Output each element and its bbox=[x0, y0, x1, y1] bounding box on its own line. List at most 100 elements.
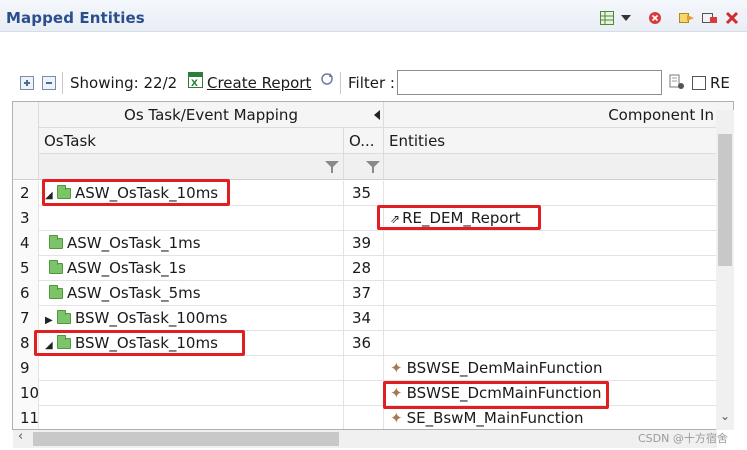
refresh-icon[interactable] bbox=[320, 72, 334, 90]
column-group-os-task-event[interactable]: Os Task/Event Mapping bbox=[39, 102, 384, 128]
table-row[interactable]: 10 ✦ BSWSE_DcmMainFunction bbox=[13, 381, 717, 406]
o-cell: 28 bbox=[344, 256, 384, 281]
entity-cell[interactable]: ✦ SE_BswM_MainFunction bbox=[384, 406, 717, 429]
row-number: 9 bbox=[13, 356, 39, 381]
table-view-icon[interactable] bbox=[600, 11, 614, 25]
column-header-entities[interactable]: Entities bbox=[384, 128, 733, 154]
entity-name: BSWSE_DemMainFunction bbox=[406, 359, 603, 377]
highlight-box bbox=[34, 330, 245, 356]
entity-cell bbox=[384, 331, 717, 356]
toolbar-separator bbox=[62, 72, 63, 94]
clear-filter-icon[interactable] bbox=[669, 74, 685, 94]
o-cell bbox=[344, 381, 384, 406]
filter-label: Filter : bbox=[348, 74, 395, 92]
filter-row-o bbox=[344, 154, 384, 180]
collapse-group-icon[interactable] bbox=[374, 110, 380, 120]
scroll-left-icon[interactable]: ‹ bbox=[18, 429, 23, 444]
ostask-cell[interactable]: ASW_OsTask_1ms bbox=[39, 231, 344, 256]
column-group-label: Component In bbox=[608, 106, 714, 124]
entity-cell bbox=[384, 281, 717, 306]
ostask-cell bbox=[39, 406, 344, 429]
filter-funnel-icon[interactable] bbox=[366, 160, 380, 174]
column-header-ostask[interactable]: OsTask bbox=[39, 128, 344, 154]
filter-row-entities bbox=[384, 154, 733, 180]
watermark: CSDN @十方宿舍 bbox=[638, 432, 728, 445]
svg-text:X: X bbox=[191, 79, 198, 88]
table-row[interactable]: 4 ASW_OsTask_1ms 39 bbox=[13, 231, 717, 256]
schedulable-entity-icon: ✦ bbox=[390, 409, 403, 427]
entity-name: SE_BswM_MainFunction bbox=[406, 409, 584, 427]
row-number: 6 bbox=[13, 281, 39, 306]
vertical-scroll-thumb[interactable] bbox=[718, 134, 732, 266]
highlight-box bbox=[383, 381, 609, 409]
table-row[interactable]: 9 ✦ BSWSE_DemMainFunction bbox=[13, 356, 717, 381]
toolbar-separator bbox=[340, 72, 341, 94]
entity-cell bbox=[384, 231, 717, 256]
ostask-name: ASW_OsTask_1ms bbox=[67, 234, 201, 252]
table-row[interactable]: 5 ASW_OsTask_1s 28 bbox=[13, 256, 717, 281]
ostask-cell bbox=[39, 206, 344, 231]
highlight-box bbox=[42, 179, 230, 206]
row-number: 10 bbox=[13, 381, 39, 406]
column-group-label: Os Task/Event Mapping bbox=[124, 106, 298, 124]
row-number: 7 bbox=[13, 306, 39, 331]
excel-report-icon: X bbox=[188, 72, 203, 92]
schedulable-entity-icon: ✦ bbox=[390, 359, 403, 377]
table-row[interactable]: 7 ▶ BSW_OsTask_100ms 34 bbox=[13, 306, 717, 331]
table-row[interactable]: 11 ✦ SE_BswM_MainFunction bbox=[13, 406, 717, 429]
filter-input[interactable] bbox=[397, 70, 662, 95]
remove-mapping-icon[interactable] bbox=[702, 11, 718, 25]
o-cell bbox=[344, 356, 384, 381]
folder-icon bbox=[57, 310, 71, 324]
filter-funnel-icon[interactable] bbox=[325, 160, 339, 174]
table-row[interactable]: 3 ⇗ RE_DEM_Report bbox=[13, 206, 717, 231]
view-menu-dropdown-icon[interactable] bbox=[621, 11, 631, 25]
row-number: 11 bbox=[13, 406, 39, 429]
showing-count: Showing: 22/2 bbox=[70, 74, 178, 92]
row-number: 4 bbox=[13, 231, 39, 256]
entity-cell bbox=[384, 181, 717, 206]
o-cell: 35 bbox=[344, 181, 384, 206]
re-checkbox-label: RE bbox=[710, 74, 730, 92]
close-icon[interactable] bbox=[725, 11, 739, 25]
row-number: 3 bbox=[13, 206, 39, 231]
o-cell bbox=[344, 406, 384, 429]
view-title-bar: Mapped Entities bbox=[0, 0, 747, 32]
ostask-name: ASW_OsTask_1s bbox=[67, 259, 186, 277]
highlight-box bbox=[377, 205, 541, 230]
ostask-cell[interactable]: ASW_OsTask_1s bbox=[39, 256, 344, 281]
folder-icon bbox=[49, 260, 63, 274]
link-with-editor-icon[interactable] bbox=[679, 11, 695, 25]
ostask-cell[interactable]: ▶ BSW_OsTask_100ms bbox=[39, 306, 344, 331]
ostask-name: BSW_OsTask_100ms bbox=[75, 309, 228, 327]
entity-cell bbox=[384, 306, 717, 331]
o-cell: 34 bbox=[344, 306, 384, 331]
stop-icon[interactable] bbox=[648, 11, 662, 25]
o-cell: 36 bbox=[344, 331, 384, 356]
entity-cell[interactable]: ✦ BSWSE_DemMainFunction bbox=[384, 356, 717, 381]
entity-cell bbox=[384, 256, 717, 281]
ostask-cell[interactable]: ASW_OsTask_5ms bbox=[39, 281, 344, 306]
ostask-cell bbox=[39, 356, 344, 381]
expand-all-icon[interactable] bbox=[20, 76, 34, 90]
collapse-all-icon[interactable] bbox=[42, 76, 56, 90]
view-title: Mapped Entities bbox=[6, 9, 145, 27]
horizontal-scroll-thumb[interactable] bbox=[33, 432, 339, 446]
column-group-component[interactable]: Component In bbox=[384, 102, 733, 128]
row-number-header bbox=[13, 102, 39, 180]
folder-icon bbox=[49, 285, 63, 299]
row-number: 5 bbox=[13, 256, 39, 281]
folder-icon bbox=[49, 235, 63, 249]
ostask-name: ASW_OsTask_5ms bbox=[67, 284, 201, 302]
ostask-cell bbox=[39, 381, 344, 406]
table-row[interactable]: 6 ASW_OsTask_5ms 37 bbox=[13, 281, 717, 306]
column-header-o[interactable]: O... bbox=[344, 128, 384, 154]
re-checkbox[interactable] bbox=[692, 76, 706, 90]
collapsed-triangle-icon[interactable]: ▶ bbox=[45, 308, 57, 331]
scroll-down-icon[interactable]: ⌄ bbox=[720, 409, 730, 423]
o-cell: 39 bbox=[344, 231, 384, 256]
create-report-link[interactable]: Create Report bbox=[207, 74, 311, 92]
o-cell: 37 bbox=[344, 281, 384, 306]
row-number: 2 bbox=[13, 181, 39, 206]
mapping-table: Os Task/Event Mapping Component In OsTas… bbox=[12, 101, 734, 430]
